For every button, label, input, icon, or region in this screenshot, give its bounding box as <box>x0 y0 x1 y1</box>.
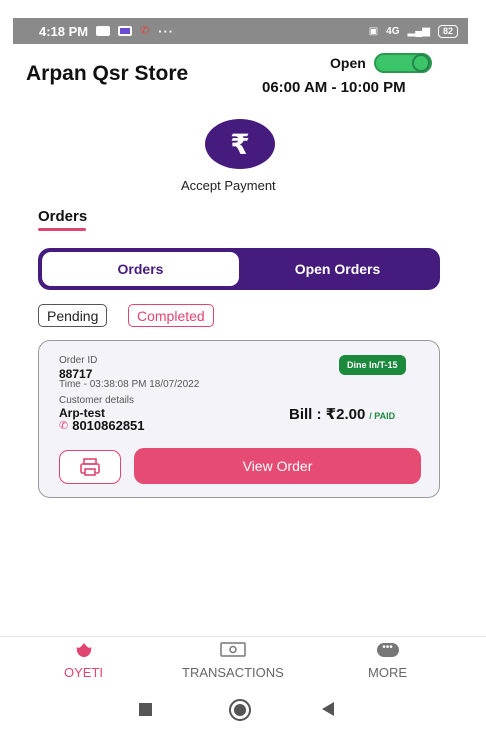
back-button[interactable] <box>322 702 334 716</box>
store-name: Arpan Qsr Store <box>26 62 189 85</box>
filter-completed[interactable]: Completed <box>128 304 214 327</box>
system-navigation <box>0 686 486 733</box>
home-button[interactable] <box>229 699 251 721</box>
view-order-button[interactable]: View Order <box>134 448 421 484</box>
bill-text: Bill : ₹2.00 <box>289 406 366 423</box>
nav-transactions[interactable]: TRANSACTIONS <box>182 641 284 680</box>
bill-amount: Bill : ₹2.00 / PAID <box>289 405 395 423</box>
nav-oyeti-label: OYETI <box>64 665 104 680</box>
section-title: Orders <box>38 208 88 225</box>
more-notifications-icon: ··· <box>158 23 175 39</box>
customer-phone-number: 8010862851 <box>72 418 145 433</box>
filter-pending[interactable]: Pending <box>38 304 108 327</box>
open-status: Open <box>330 53 432 73</box>
bottom-navigation: OYETI TRANSACTIONS ••• MORE <box>0 636 486 686</box>
nav-more-label: MORE <box>368 665 407 680</box>
order-type-badge: Dine In/T-15 <box>339 355 406 375</box>
missed-call-icon: ✆ <box>140 25 150 37</box>
tab-orders[interactable]: Orders <box>42 252 239 286</box>
order-time: Time - 03:38:08 PM 18/07/2022 <box>59 379 200 390</box>
print-receipt-button[interactable] <box>59 450 121 484</box>
open-toggle[interactable] <box>373 53 432 73</box>
more-dots-icon: ••• <box>376 641 399 659</box>
lotus-icon <box>74 641 94 659</box>
nav-more[interactable]: ••• MORE <box>368 641 407 681</box>
photo-notification-icon <box>118 26 133 36</box>
network-indicator: 4G <box>386 25 400 37</box>
accept-payment-button[interactable]: ₹ <box>205 119 275 169</box>
paid-status: / PAID <box>369 411 396 421</box>
battery-indicator: 82 <box>437 24 458 38</box>
recent-apps-button[interactable] <box>139 703 152 716</box>
orders-tab-bar: Orders Open Orders <box>38 248 440 290</box>
section-underline <box>38 228 86 231</box>
order-id-label: Order ID <box>59 355 98 366</box>
status-bar: 4:18 PM ✆ ··· ▣ 4G ▂▄▆ 82 <box>13 18 468 44</box>
store-hours: 06:00 AM - 10:00 PM <box>262 79 406 96</box>
open-label: Open <box>330 55 366 71</box>
printer-icon <box>80 458 100 476</box>
phone-icon: ✆ <box>59 420 69 432</box>
cash-icon <box>218 641 248 659</box>
customer-phone: ✆ 8010862851 <box>59 418 145 433</box>
nav-transactions-label: TRANSACTIONS <box>182 665 284 680</box>
message-icon <box>96 26 111 36</box>
rupee-icon: ₹ <box>230 128 250 160</box>
nav-oyeti[interactable]: OYETI <box>64 641 103 680</box>
order-card: Order ID 88717 Time - 03:38:08 PM 18/07/… <box>38 340 440 498</box>
customer-details-label: Customer details <box>59 395 135 406</box>
accept-payment-label: Accept Payment <box>181 178 276 193</box>
toggle-knob <box>411 54 430 72</box>
status-time: 4:18 PM <box>39 23 89 39</box>
signal-icon: ▂▄▆ <box>407 25 430 37</box>
wifi-calling-icon: ▣ <box>368 25 379 37</box>
tab-open-orders[interactable]: Open Orders <box>239 252 436 286</box>
